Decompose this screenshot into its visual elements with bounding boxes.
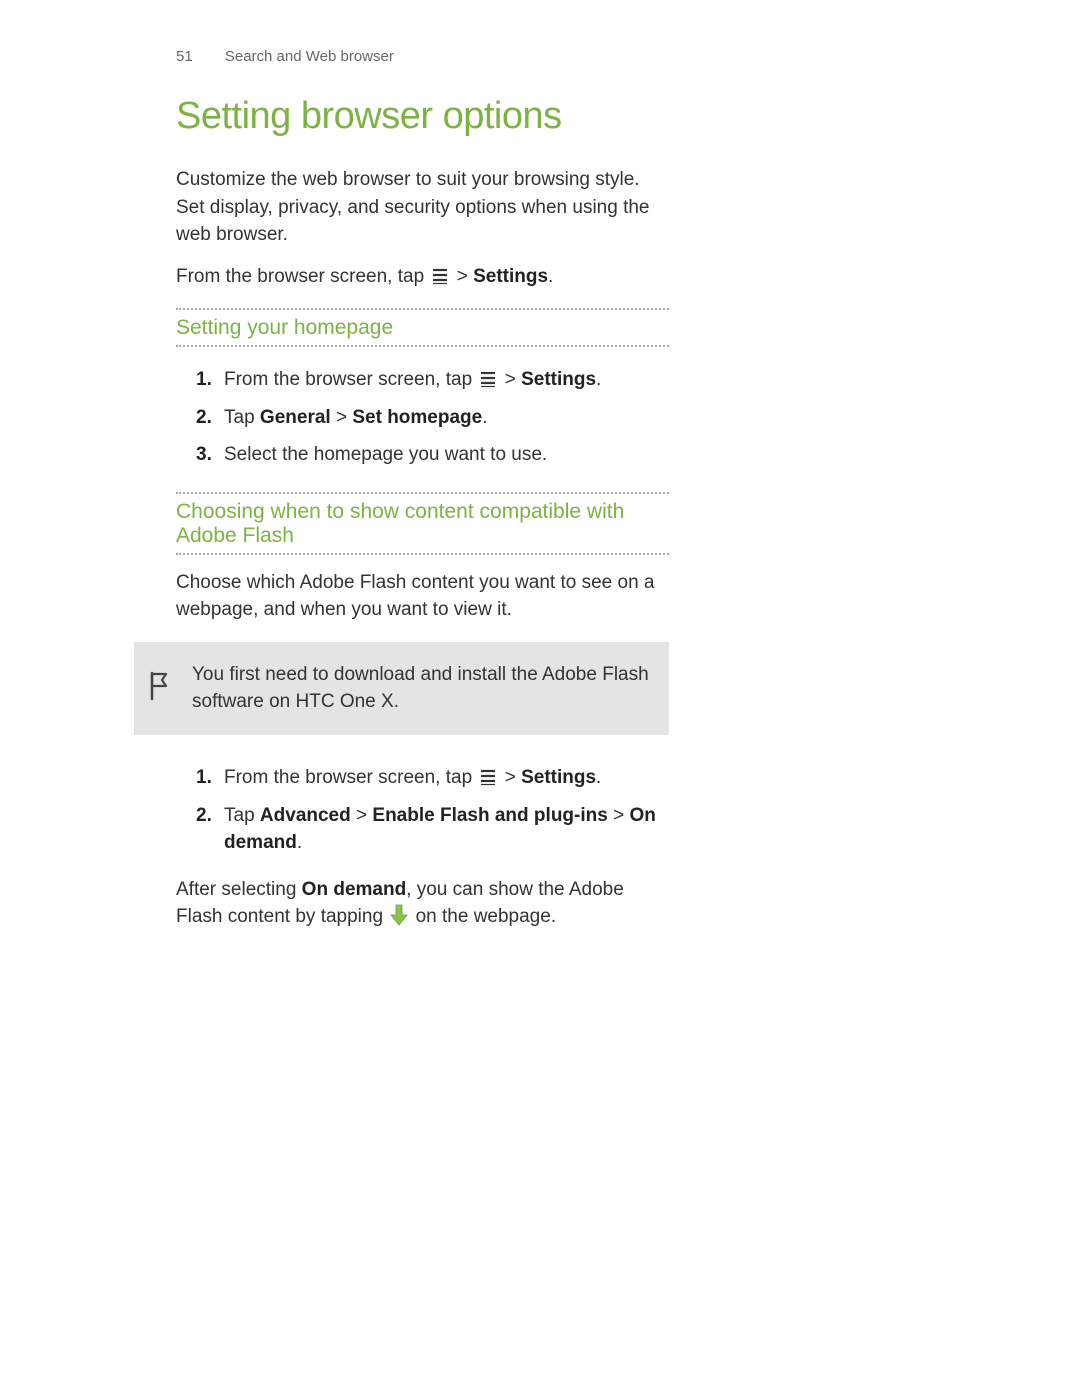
instruction-period: . xyxy=(548,266,553,287)
enable-flash-label: Enable Flash and plug-ins xyxy=(372,805,607,826)
list-item: From the browser screen, tap > Settings. xyxy=(196,361,669,399)
step-pre: From the browser screen, tap xyxy=(224,369,477,390)
download-arrow-icon xyxy=(390,904,408,935)
list-item: Select the homepage you want to use. xyxy=(196,436,669,474)
page-title: Setting browser options xyxy=(176,95,669,138)
note-callout: You first need to download and install t… xyxy=(134,642,669,735)
after-post: on the webpage. xyxy=(410,906,556,927)
settings-label: Settings xyxy=(521,369,596,390)
advanced-label: Advanced xyxy=(260,805,351,826)
page-number: 51 xyxy=(176,48,193,65)
intro-text: Customize the web browser to suit your b… xyxy=(176,166,669,249)
flash-steps: From the browser screen, tap > Settings.… xyxy=(176,759,669,862)
subheading-homepage: Setting your homepage xyxy=(176,308,669,347)
step-gt: > xyxy=(608,805,630,826)
note-text: You first need to download and install t… xyxy=(192,662,649,715)
homepage-steps: From the browser screen, tap > Settings.… xyxy=(176,361,669,474)
page-header: 51 Search and Web browser xyxy=(176,48,669,65)
list-item: Tap Advanced > Enable Flash and plug-ins… xyxy=(196,797,669,862)
list-item: Tap General > Set homepage. xyxy=(196,399,669,437)
menu-icon xyxy=(479,769,497,786)
step-pre: From the browser screen, tap xyxy=(224,767,477,788)
after-pre: After selecting xyxy=(176,879,302,900)
step-period: . xyxy=(482,407,487,428)
settings-label: Settings xyxy=(473,266,548,287)
step-period: . xyxy=(596,767,601,788)
instruction-pre: From the browser screen, tap xyxy=(176,266,429,287)
step-period: . xyxy=(297,832,302,853)
on-demand-label: On demand xyxy=(302,879,407,900)
step-pre: Tap xyxy=(224,407,260,428)
step-post: > xyxy=(499,767,521,788)
step-gt: > xyxy=(351,805,373,826)
instruction-post: > xyxy=(451,266,473,287)
menu-icon xyxy=(431,268,449,285)
set-homepage-label: Set homepage xyxy=(352,407,482,428)
list-item: From the browser screen, tap > Settings. xyxy=(196,759,669,797)
flag-icon xyxy=(148,671,174,706)
flash-intro: Choose which Adobe Flash content you wan… xyxy=(176,569,669,624)
menu-icon xyxy=(479,371,497,388)
subheading-flash: Choosing when to show content compatible… xyxy=(176,492,669,555)
document-page: 51 Search and Web browser Setting browse… xyxy=(0,0,845,997)
after-text: After selecting On demand, you can show … xyxy=(176,876,669,935)
general-label: General xyxy=(260,407,331,428)
settings-label: Settings xyxy=(521,767,596,788)
step-post: > xyxy=(499,369,521,390)
step-gt: > xyxy=(331,407,353,428)
step-period: . xyxy=(596,369,601,390)
instruction-line: From the browser screen, tap > Settings. xyxy=(176,263,669,291)
step-pre: Tap xyxy=(224,805,260,826)
section-name: Search and Web browser xyxy=(225,48,394,65)
